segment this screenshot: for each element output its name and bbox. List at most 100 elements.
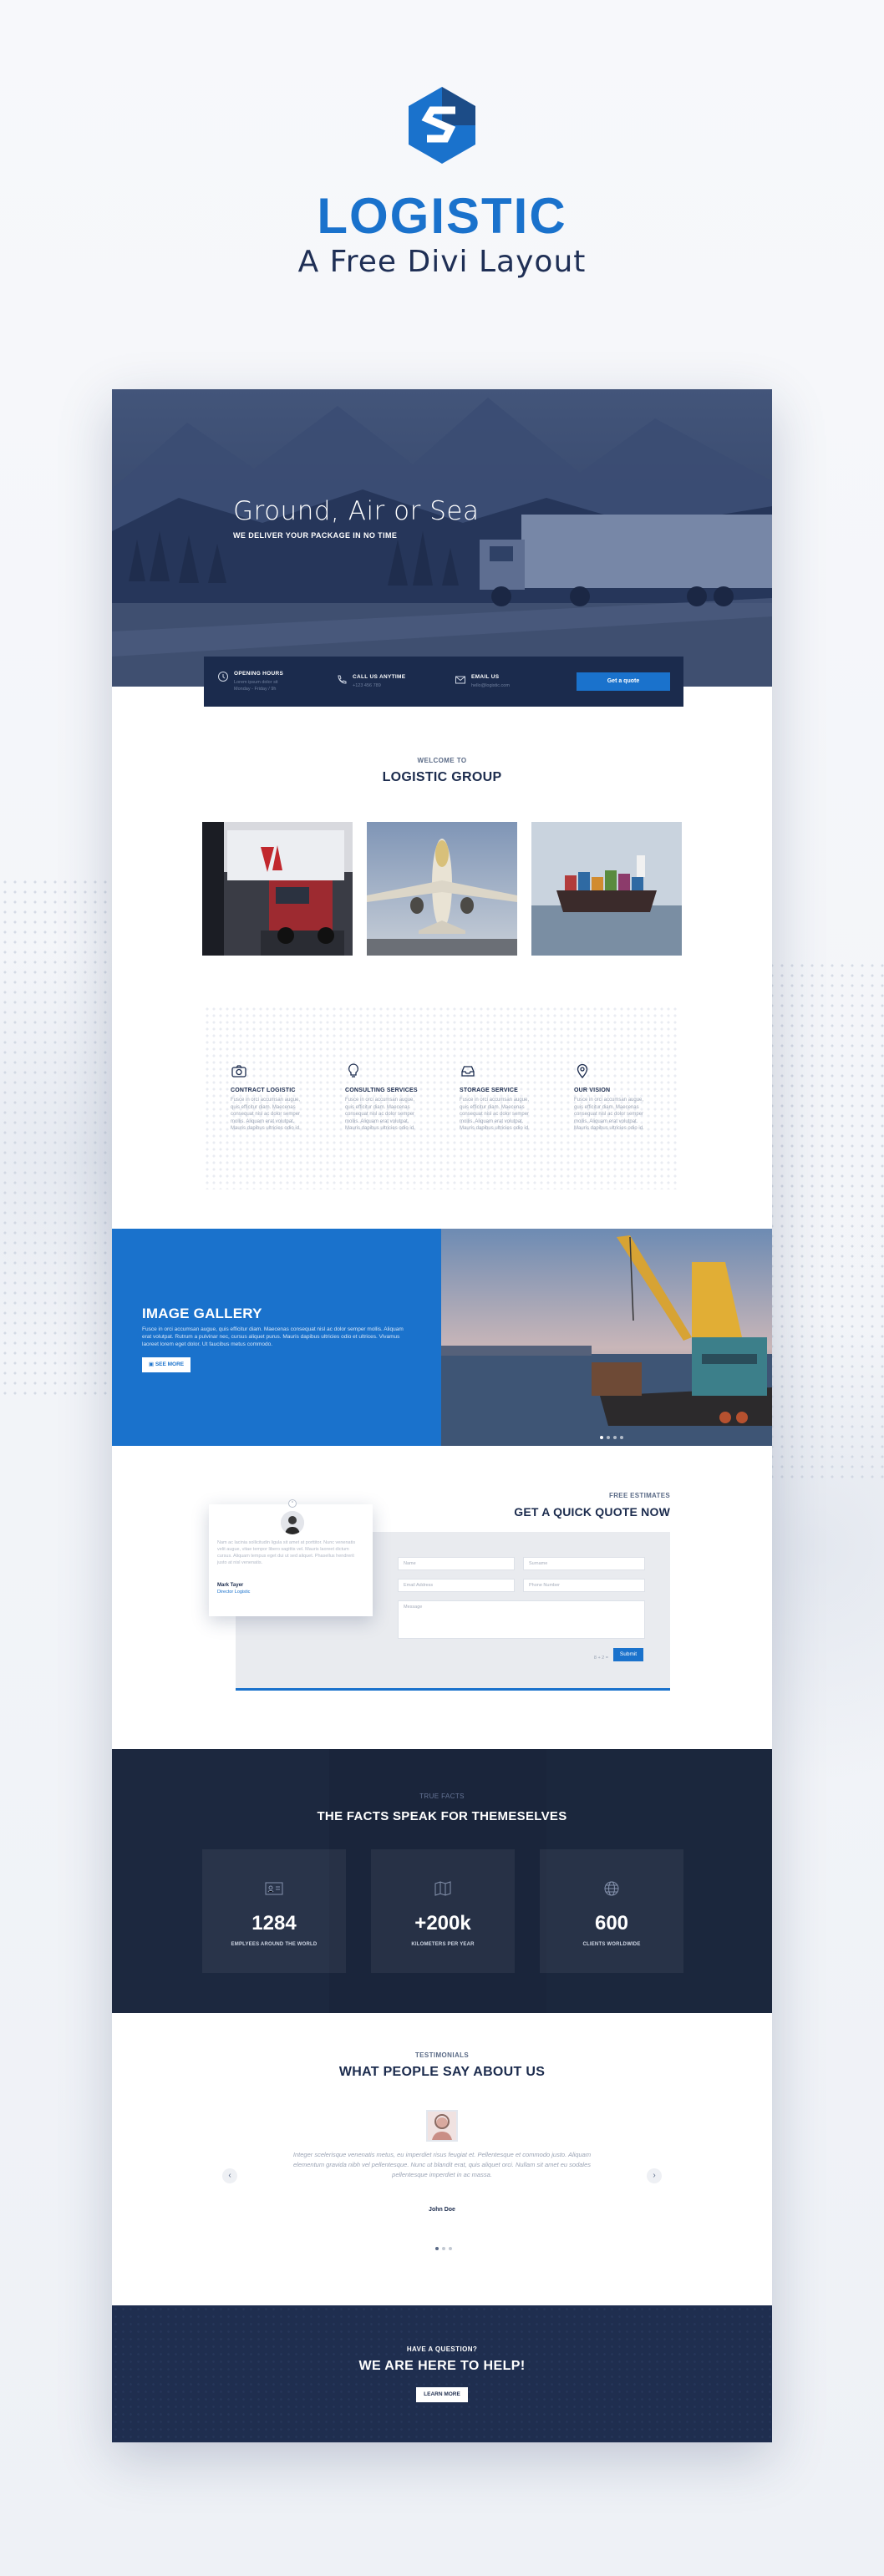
airplane-photo <box>367 822 517 956</box>
service-description: Fusce in orci accumsan augue, quis effic… <box>345 1098 415 1131</box>
facts-section: TRUE FACTS THE FACTS SPEAK FOR THEMESELV… <box>112 1749 772 2013</box>
carousel-dot[interactable] <box>435 2247 439 2250</box>
carousel-dot[interactable] <box>442 2247 445 2250</box>
service-description: Fusce in orci accumsan augue, quis effic… <box>231 1098 301 1131</box>
facts-title: THE FACTS SPEAK FOR THEMESELVES <box>317 1809 567 1823</box>
cta-title: WE ARE HERE TO HELP! <box>358 2359 526 2373</box>
testimonial-text: Nam ac lacinia sollicitudin ligula sit a… <box>217 1540 356 1565</box>
carousel-dot[interactable] <box>449 2247 452 2250</box>
info-title: EMAIL US <box>471 674 500 680</box>
testimonial-role: Director Logistic <box>217 1590 251 1595</box>
brand-header: LOGISTIC A Free Divi Layout <box>0 85 884 280</box>
service-name: CONTRACT LOGISTIC <box>231 1088 296 1093</box>
id-card-icon <box>265 1882 283 1895</box>
fact-label: CLIENTS WORLDWIDE <box>582 1942 641 1947</box>
welcome-kicker: WELCOME TO <box>417 757 467 764</box>
name-input[interactable]: Name <box>398 1557 515 1570</box>
service-name: CONSULTING SERVICES <box>345 1088 418 1093</box>
fact-label: KILOMETERS PER YEAR <box>411 1942 475 1947</box>
service-description: Fusce in orci accumsan augue, quis effic… <box>574 1098 644 1131</box>
quote-title: GET A QUICK QUOTE NOW <box>514 1505 670 1519</box>
fact-cards: 1284 EMPLYEES AROUND THE WORLD +200k KIL… <box>202 1849 683 1973</box>
testimonials-title: WHAT PEOPLE SAY ABOUT US <box>338 2065 546 2079</box>
service-vision: OUR VISION Fusce in orci accumsan augue,… <box>574 1062 648 1133</box>
gallery-text: Fusce in orci accumsan augue, quis effic… <box>142 1326 404 1347</box>
service-consulting: CONSULTING SERVICES Fusce in orci accums… <box>345 1062 419 1133</box>
image-icon: ▣ <box>148 1362 155 1367</box>
phone-input[interactable]: Phone Number <box>523 1579 645 1592</box>
fact-value: 600 <box>594 1912 629 1935</box>
testimonial-author: Mark Tayer <box>217 1583 244 1588</box>
fact-value: 1284 <box>251 1912 297 1935</box>
info-text: Lorem ipsum dolor sit <box>234 680 278 685</box>
globe-icon <box>604 1881 619 1896</box>
testimonial-photo <box>426 2110 458 2142</box>
service-contract-logistic: CONTRACT LOGISTIC Fusce in orci accumsan… <box>231 1062 305 1133</box>
brand-subtitle: A Free Divi Layout <box>297 245 587 279</box>
captcha-label: 8 + 2 = <box>593 1656 608 1661</box>
surname-input[interactable]: Surname <box>523 1557 645 1570</box>
prev-arrow-icon[interactable]: ‹ <box>222 2168 237 2183</box>
hero-section: Ground, Air or Sea WE DELIVER YOUR PACKA… <box>112 389 772 687</box>
logo-icon <box>409 87 475 164</box>
email-input[interactable]: Email Address <box>398 1579 515 1592</box>
welcome-title: LOGISTIC GROUP <box>382 770 502 784</box>
photo-row <box>202 822 682 956</box>
info-text: Monday - Friday / 9h <box>234 687 277 692</box>
contact-info-bar: OPENING HOURS Lorem ipsum dolor sit Mond… <box>204 657 683 707</box>
slider-dot[interactable] <box>620 1436 623 1439</box>
cta-section: HAVE A QUESTION? WE ARE HERE TO HELP! LE… <box>112 2305 772 2442</box>
gallery-slider[interactable] <box>441 1229 772 1446</box>
layout-preview: Ground, Air or Sea WE DELIVER YOUR PACKA… <box>112 389 772 2442</box>
map-icon <box>434 1881 451 1896</box>
info-title: CALL US ANYTIME <box>353 674 406 680</box>
gallery-title: IMAGE GALLERY <box>142 1306 262 1321</box>
quote-kicker: FREE ESTIMATES <box>609 1492 670 1499</box>
truck-photo <box>202 822 353 956</box>
map-pin-icon <box>577 1063 588 1078</box>
cargo-ship-photo <box>531 822 682 956</box>
image-gallery-section: IMAGE GALLERY Fusce in orci accumsan aug… <box>112 1229 772 1446</box>
fact-employees: 1284 EMPLYEES AROUND THE WORLD <box>202 1849 346 1973</box>
hero-image <box>112 389 772 687</box>
clock-icon <box>218 672 228 682</box>
gallery-text-panel: IMAGE GALLERY Fusce in orci accumsan aug… <box>112 1229 441 1446</box>
slider-dot[interactable] <box>600 1436 603 1439</box>
info-text: +123 456 789 <box>353 683 381 688</box>
learn-more-button[interactable]: LEARN MORE <box>416 2387 468 2402</box>
get-quote-button[interactable]: Get a quote <box>577 672 670 691</box>
lightbulb-icon <box>348 1063 358 1078</box>
see-more-button[interactable]: ▣ SEE MORE <box>142 1357 191 1372</box>
call-us: CALL US ANYTIME +123 456 789 <box>336 674 455 689</box>
brand-name: LOGISTIC <box>317 188 567 244</box>
testimonial-dots[interactable] <box>435 2247 452 2250</box>
testimonial-card: “ Nam ac lacinia sollicitudin ligula sit… <box>209 1499 373 1616</box>
dot-pattern-left <box>0 877 117 1395</box>
dot-pattern-right <box>767 961 884 1478</box>
hero-subtitle: WE DELIVER YOUR PACKAGE IN NO TIME <box>233 531 398 540</box>
fact-label: EMPLYEES AROUND THE WORLD <box>231 1942 318 1947</box>
mail-icon <box>455 676 465 684</box>
see-more-label: SEE MORE <box>155 1362 185 1367</box>
slider-dot[interactable] <box>613 1436 617 1439</box>
slider-dots[interactable] <box>600 1436 623 1439</box>
testimonials-kicker: TESTIMONIALS <box>414 2051 470 2059</box>
next-arrow-icon[interactable]: › <box>647 2168 662 2183</box>
fact-value: +200k <box>414 1912 471 1935</box>
hero-title: Ground, Air or Sea <box>233 496 480 526</box>
facts-kicker: TRUE FACTS <box>419 1793 465 1800</box>
info-title: OPENING HOURS <box>234 671 284 677</box>
service-storage: STORAGE SERVICE Fusce in orci accumsan a… <box>460 1062 534 1133</box>
avatar <box>281 1511 304 1534</box>
service-name: OUR VISION <box>574 1088 611 1093</box>
testimonial-quote: Integer scelerisque venenatis metus, eu … <box>292 2151 592 2178</box>
slider-dot[interactable] <box>607 1436 610 1439</box>
message-textarea[interactable]: Message <box>398 1600 645 1639</box>
inbox-icon <box>461 1066 475 1077</box>
camera-icon <box>231 1065 246 1078</box>
email-us: EMAIL US hello@logistic.com <box>455 674 573 689</box>
info-text: hello@logistic.com <box>471 683 510 688</box>
phone-icon <box>338 675 347 684</box>
submit-button[interactable]: Submit <box>613 1648 643 1661</box>
service-description: Fusce in orci accumsan augue, quis effic… <box>460 1098 530 1131</box>
